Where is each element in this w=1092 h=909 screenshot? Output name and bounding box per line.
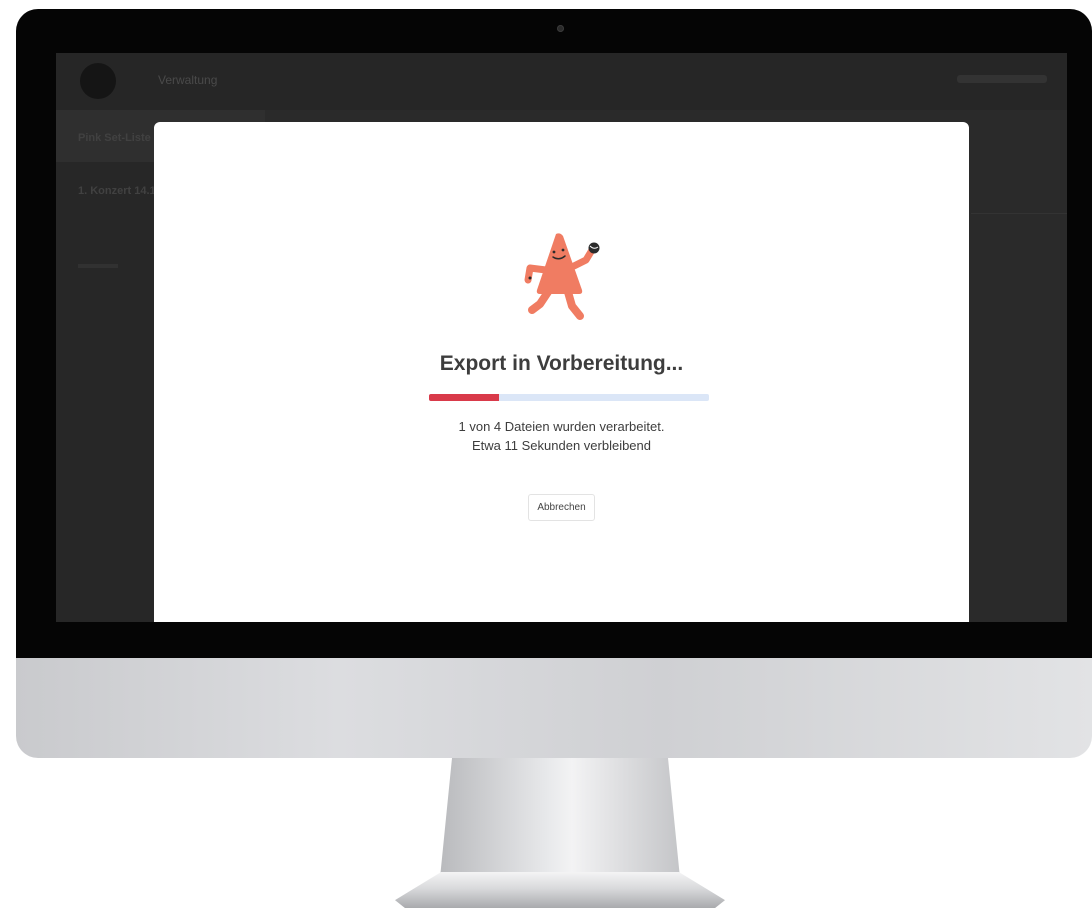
header-user-menu[interactable]: [957, 75, 1047, 83]
screen: Verwaltung Pink Set-Liste 1. Konzert 14.…: [56, 53, 1067, 622]
camera-icon: [557, 25, 564, 32]
export-dialog: Export in Vorbereitung... 1 von 4 Dateie…: [154, 122, 969, 622]
monitor-stand: [440, 758, 680, 878]
imac-mockup: Verwaltung Pink Set-Liste 1. Konzert 14.…: [0, 0, 1092, 909]
dialog-title: Export in Vorbereitung...: [439, 352, 684, 375]
monitor-chin: [16, 658, 1092, 758]
divider: [971, 213, 1067, 214]
app-header: Verwaltung: [56, 53, 1067, 110]
sidebar-item-subtext: [78, 264, 118, 268]
export-progress-fill: [429, 394, 499, 401]
monitor-stand-base: [395, 872, 725, 908]
avatar[interactable]: [80, 63, 116, 99]
sidebar-item-setlist[interactable]: Pink Set-Liste: [78, 132, 151, 144]
sidebar-item-concert[interactable]: 1. Konzert 14.1: [78, 185, 156, 197]
cancel-button[interactable]: Abbrechen: [528, 494, 595, 521]
running-triangle-mascot-icon: [524, 233, 600, 320]
time-remaining-text: Etwa 11 Sekunden verbleibend: [472, 438, 651, 453]
progress-status-text: 1 von 4 Dateien wurden verarbeitet.: [458, 419, 665, 434]
export-progress-bar: [429, 394, 709, 401]
app-title: Verwaltung: [158, 73, 218, 87]
